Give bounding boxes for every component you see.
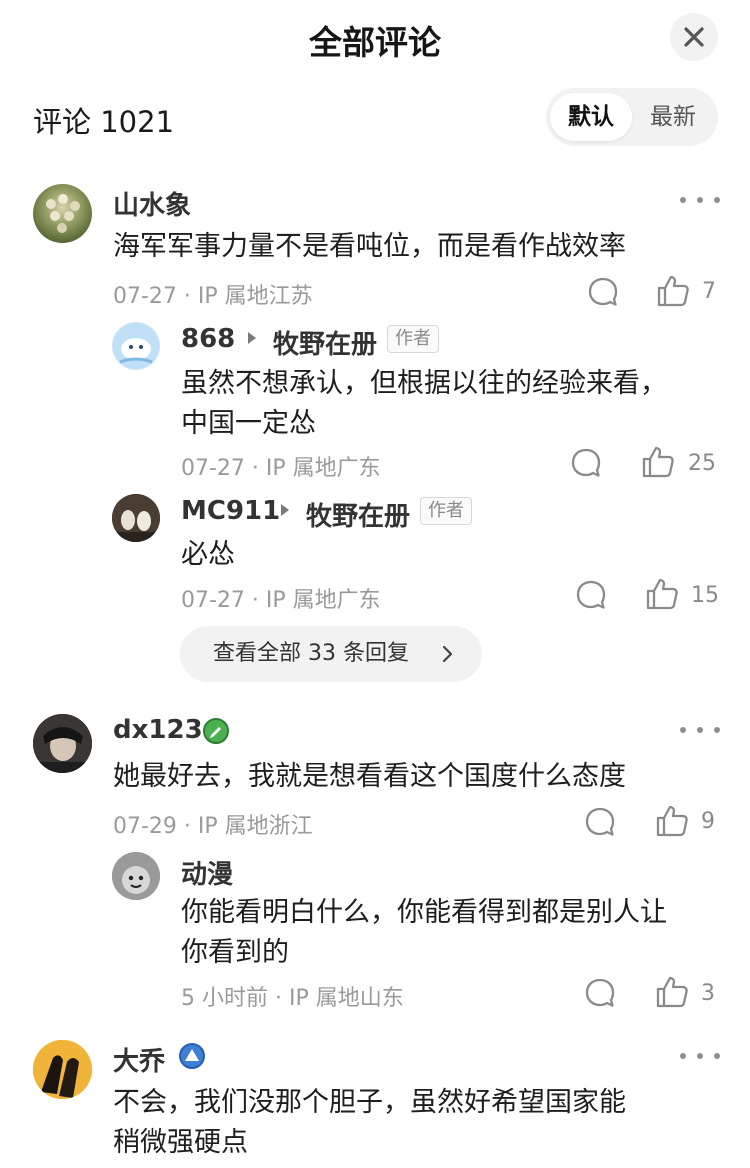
avatar[interactable] (33, 1040, 92, 1099)
like-count: 9 (701, 809, 715, 834)
comment-username[interactable]: dx123 (113, 715, 203, 745)
reply-text-line: 虽然不想承认，但根据以往的经验来看， (181, 368, 667, 399)
reply-text-line: 你能看明白什么，你能看得到都是别人让 (181, 897, 667, 928)
reply-text-line: 你看到的 (181, 937, 289, 968)
person-avatar-image (33, 714, 92, 773)
reply-bubble-icon[interactable] (584, 806, 616, 838)
reply-to-username[interactable]: 牧野在册 (306, 496, 410, 533)
reply-to-arrow-icon (281, 504, 289, 516)
reply-text-line: 中国一定怂 (181, 408, 316, 439)
verified-badge-icon (203, 718, 229, 744)
avatar[interactable] (112, 322, 160, 370)
comment-meta: 07-27 · IP 属地江苏 (113, 284, 313, 309)
close-button[interactable] (670, 13, 718, 61)
thumbs-up-icon[interactable] (641, 445, 675, 479)
comment-count: 评论 1021 (33, 105, 175, 139)
view-all-replies-button[interactable]: 查看全部 33 条回复 (180, 626, 482, 682)
comment-meta: 07-29 · IP 属地浙江 (113, 814, 313, 839)
level-badge-icon (179, 1043, 205, 1069)
reply-username[interactable]: 868 (181, 324, 235, 354)
view-all-replies-label: 查看全部 33 条回复 (213, 641, 409, 666)
reply-username[interactable]: MC911 (181, 496, 280, 526)
cartoon-avatar-image (113, 323, 159, 369)
more-options-icon[interactable] (680, 1046, 720, 1066)
reply-bubble-icon[interactable] (570, 447, 602, 479)
like-count: 7 (702, 279, 716, 304)
animal-avatar-image (112, 494, 160, 542)
cartoon-avatar-image (112, 852, 160, 900)
like-count: 15 (691, 583, 719, 608)
comment-text: 她最好去，我就是想看看这个国度什么态度 (113, 761, 626, 792)
reply-to-arrow-icon (248, 332, 256, 344)
comment-text: 海军军事力量不是看吨位，而是看作战效率 (113, 231, 626, 262)
reply-bubble-icon[interactable] (584, 977, 616, 1009)
author-tag: 作者 (387, 325, 439, 353)
chevron-right-icon (442, 645, 453, 663)
avatar[interactable] (112, 852, 160, 900)
more-options-icon[interactable] (680, 190, 720, 210)
author-tag: 作者 (420, 497, 472, 525)
comment-username[interactable]: 山水象 (113, 185, 191, 222)
comment-text-line: 不会，我们没那个胆子，虽然好希望国家能 (113, 1087, 626, 1118)
reply-meta: 5 小时前 · IP 属地山东 (181, 986, 404, 1011)
avatar[interactable] (33, 184, 92, 243)
close-icon (684, 27, 704, 47)
like-count: 25 (688, 451, 716, 476)
avatar[interactable] (112, 494, 160, 542)
page-title: 全部评论 (309, 23, 441, 62)
comment-username[interactable]: 大乔 (113, 1041, 165, 1078)
thumbs-up-icon[interactable] (645, 577, 679, 611)
thumbs-up-icon[interactable] (655, 804, 689, 838)
reply-bubble-icon[interactable] (587, 276, 619, 308)
reply-username[interactable]: 动漫 (181, 854, 233, 891)
thumbs-up-icon[interactable] (656, 274, 690, 308)
header: 全部评论 (0, 0, 750, 76)
thumbs-up-icon[interactable] (655, 975, 689, 1009)
reply-to-username[interactable]: 牧野在册 (273, 324, 377, 361)
flower-avatar-image (46, 194, 80, 233)
like-count: 3 (701, 981, 715, 1006)
reply-meta: 07-27 · IP 属地广东 (181, 456, 381, 481)
reply-text-line: 必怂 (181, 539, 235, 570)
reply-bubble-icon[interactable] (575, 579, 607, 611)
sort-default-tab[interactable]: 默认 (550, 93, 632, 141)
sort-toggle: 默认 最新 (546, 88, 718, 146)
reply-meta: 07-27 · IP 属地广东 (181, 588, 381, 613)
hands-avatar-image (33, 1040, 92, 1099)
sort-latest-tab[interactable]: 最新 (632, 93, 714, 141)
more-options-icon[interactable] (680, 720, 720, 740)
avatar[interactable] (33, 714, 92, 773)
comment-text-line: 稍微强硬点 (113, 1127, 248, 1158)
comment-count-row: 评论 1021 默认 最新 (0, 88, 750, 148)
